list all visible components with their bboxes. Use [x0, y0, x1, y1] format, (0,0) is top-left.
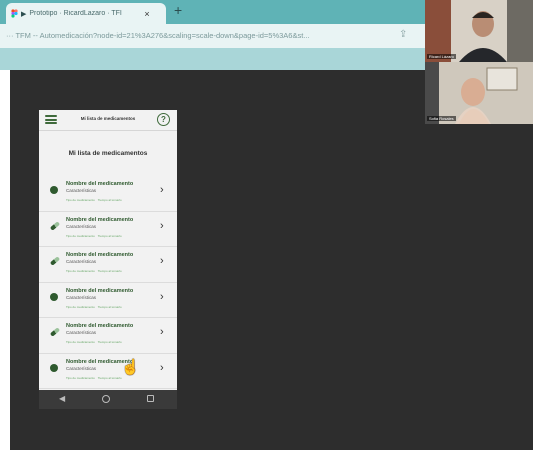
chevron-right-icon[interactable]: › [160, 255, 164, 267]
medication-characteristics: Características [66, 294, 97, 300]
page-title: Mi lista de medicamentos [68, 150, 148, 157]
medication-item[interactable]: Nombre del medicamento Características T… [39, 283, 177, 318]
medication-time-tag: Tiempo al tomarlo [97, 340, 122, 344]
participant-name: Ricard Lázaro [427, 54, 456, 59]
capsule-icon [49, 220, 61, 231]
chevron-right-icon[interactable]: › [160, 184, 164, 196]
hand-pointer-icon: ☝ [121, 359, 140, 376]
home-icon[interactable] [102, 395, 110, 403]
medication-time-tag: Tiempo al tomarlo [97, 304, 122, 309]
participant-video-2 [425, 62, 533, 124]
figma-icon [10, 9, 18, 18]
recent-apps-icon[interactable] [147, 395, 154, 402]
medication-item[interactable]: Nombre del medicamento Características T… [39, 247, 177, 283]
medication-type-tag: Tipo de medicamento [66, 269, 95, 273]
tab-title: Prototipo · RicardLazaro · TFI [29, 10, 122, 17]
participant-name: Sofia Rosales [427, 116, 456, 121]
new-tab-button[interactable]: + [174, 2, 182, 18]
medication-name: Nombre del medicamento [66, 252, 134, 258]
participant-video-1 [425, 0, 533, 62]
url-text[interactable]: ··· TFM -- Automedicación?node-id=21%3A2… [6, 31, 386, 40]
chevron-right-icon[interactable]: › [160, 362, 164, 374]
android-nav-bar: ◀ [39, 390, 177, 409]
chevron-right-icon[interactable]: › [160, 326, 164, 338]
pill-round-icon [50, 363, 59, 373]
medication-characteristics: Características [66, 330, 97, 335]
medication-tags: Tipo de medicamento Tiempo al tomarlo [66, 234, 122, 238]
medication-type-tag: Tipo de medicamento [66, 233, 95, 238]
medication-characteristics: Características [66, 223, 97, 229]
medication-type-tag: Tipo de medicamento [66, 340, 95, 344]
medication-tags: Tipo de medicamento Tiempo al tomarlo [66, 340, 122, 344]
chevron-right-icon[interactable]: › [160, 220, 164, 232]
medication-characteristics: Características [66, 365, 97, 371]
medication-time-tag: Tiempo al tomarlo [97, 375, 122, 380]
back-icon[interactable]: ◀ [59, 394, 65, 403]
medication-name: Nombre del medicamento [66, 287, 134, 294]
app-header: Mi lista de medicamentos ? [39, 110, 177, 130]
medication-time-tag: Tiempo al tomarlo [97, 269, 122, 273]
menu-icon[interactable] [45, 115, 57, 124]
medication-name: Nombre del medicamento [66, 323, 134, 329]
medication-time-tag: Tiempo al tomarlo [97, 198, 122, 202]
video-tile-1: Ricard Lázaro [425, 0, 533, 62]
pill-round-icon [50, 292, 59, 302]
medication-characteristics: Características [66, 188, 97, 193]
play-icon: ▶ [21, 10, 27, 18]
medication-type-tag: Tipo de medicamento [66, 375, 95, 380]
medication-type-tag: Tipo de medicamento [66, 198, 95, 202]
video-tile-2: Sofia Rosales [425, 62, 533, 124]
medication-name: Nombre del medicamento [66, 181, 134, 187]
chevron-right-icon[interactable]: › [160, 291, 164, 303]
medication-item[interactable]: Nombre del medicamento Características T… [39, 212, 177, 247]
medication-characteristics: Características [66, 259, 97, 264]
capsule-icon [49, 327, 61, 337]
share-icon[interactable]: ⇪ [399, 29, 407, 40]
medication-list: Nombre del medicamento Características T… [39, 176, 177, 389]
medication-item[interactable]: Nombre del medicamento Características T… [39, 176, 177, 212]
header-divider [39, 130, 177, 131]
medication-tags: Tipo de medicamento Tiempo al tomarlo [66, 269, 122, 273]
mobile-prototype-frame: Mi lista de medicamentos ? Mi lista de m… [39, 110, 177, 409]
medication-name: Nombre del medicamento [66, 216, 134, 223]
help-icon[interactable]: ? [157, 113, 170, 126]
pill-round-icon [50, 186, 59, 195]
medication-item[interactable]: Nombre del medicamento Características T… [39, 318, 177, 354]
medication-type-tag: Tipo de medicamento [66, 304, 95, 309]
close-tab-icon[interactable]: × [144, 9, 149, 19]
capsule-icon [49, 256, 61, 266]
header-title: Mi lista de medicamentos [80, 116, 136, 121]
medication-item[interactable]: Nombre del medicamento Características T… [39, 354, 177, 389]
medication-tags: Tipo de medicamento Tiempo al tomarlo [66, 376, 122, 380]
medication-tags: Tipo de medicamento Tiempo al tomarlo [66, 305, 122, 309]
browser-tab[interactable]: ▶ Prototipo · RicardLazaro · TFI × [6, 3, 166, 24]
medication-time-tag: Tiempo al tomarlo [97, 233, 122, 238]
medication-tags: Tipo de medicamento Tiempo al tomarlo [66, 198, 122, 202]
